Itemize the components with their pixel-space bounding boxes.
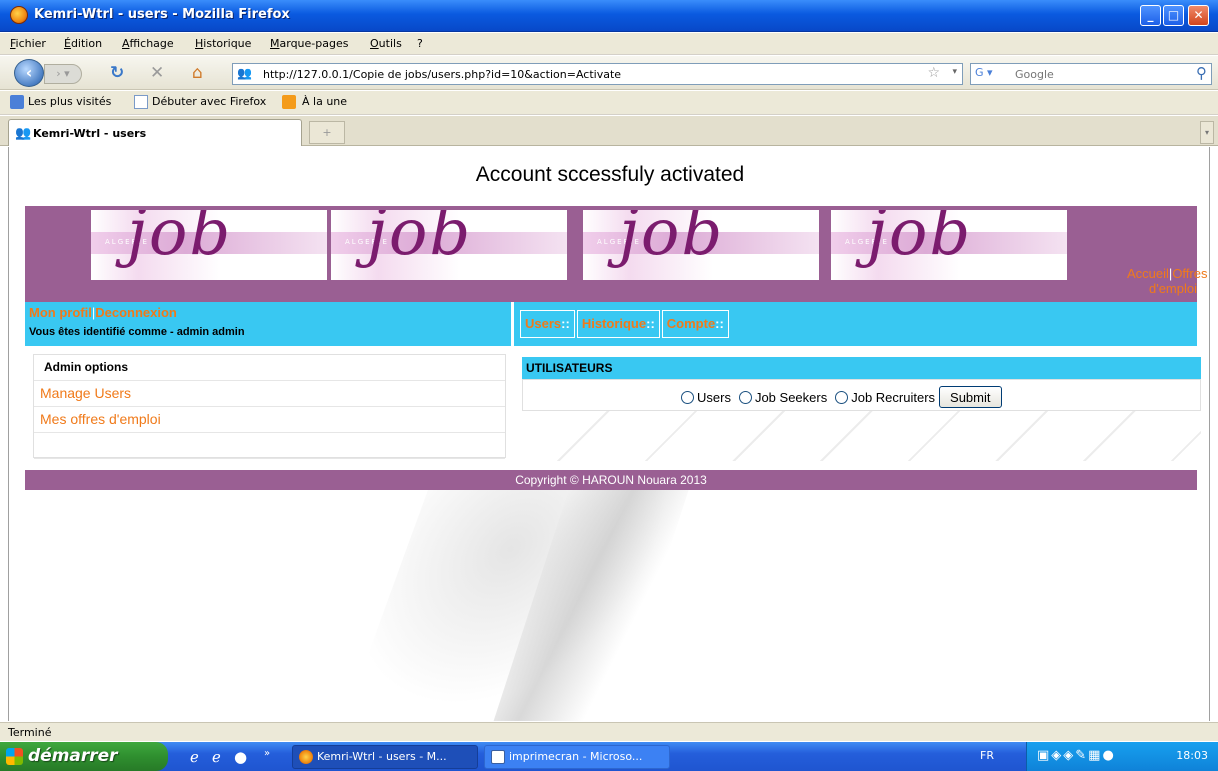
decorative-stripes [522, 411, 1201, 461]
quicklaunch-more-icon[interactable]: » [264, 748, 270, 759]
search-bar[interactable]: G ▾ ⚲ [970, 63, 1212, 85]
windows-logo-icon [6, 748, 23, 765]
close-button[interactable]: ✕ [1188, 5, 1209, 26]
forward-button[interactable]: › ▾ [44, 64, 82, 84]
radio-job-seekers-label: Job Seekers [754, 389, 828, 405]
bookmarks-toolbar: Les plus visités Débuter avec Firefox À … [0, 91, 1218, 115]
logo: ALGERIE job [331, 210, 567, 280]
menu-edition[interactable]: Édition [64, 37, 102, 50]
tray-icons[interactable]: ▣◈◈✎▦● [1037, 748, 1116, 763]
menu-compte[interactable]: Compte:: [661, 310, 729, 338]
page-title: Account sccessfuly activated [475, 163, 745, 186]
word-document-icon [491, 750, 505, 764]
site-icon: 👥 [15, 126, 32, 141]
users-panel: UTILISATEURS Users Job Seekers Job Recru… [522, 354, 1201, 461]
stop-icon[interactable]: ✕ [150, 65, 164, 82]
tab-bar: 👥 Kemri-Wtrl - users + ▾ [0, 116, 1218, 146]
window-title: Kemri-Wtrl - users - Mozilla Firefox [34, 7, 290, 22]
admin-options-title: Admin options [34, 355, 505, 381]
menu-outils[interactable]: Outils [370, 37, 402, 50]
search-icon[interactable]: ⚲ [1196, 64, 1207, 82]
user-bar: Mon profil|Deconnexion Vous êtes identif… [25, 302, 511, 346]
firefox-quicklaunch-icon[interactable]: ● [234, 748, 247, 766]
system-tray: ▣◈◈✎▦● 18:03 [1026, 742, 1218, 771]
radio-users[interactable] [681, 390, 694, 404]
clock: 18:03 [1176, 749, 1208, 762]
bookmark-most-visited[interactable]: Les plus visités [28, 95, 111, 108]
back-button[interactable]: ‹ [14, 59, 44, 87]
submit-button[interactable]: Submit [939, 386, 1002, 408]
page-icon [134, 95, 148, 109]
search-engine-icon[interactable]: G ▾ [975, 66, 1007, 82]
rss-icon [282, 95, 296, 109]
firefox-icon [10, 6, 28, 24]
language-indicator[interactable]: FR [980, 749, 994, 762]
bookmark-star-icon[interactable]: ☆ [927, 65, 940, 81]
taskbar-item-word[interactable]: imprimecran - Microso... [484, 745, 670, 769]
new-tab-button[interactable]: + [309, 121, 345, 144]
menu-historique[interactable]: Historique [195, 37, 251, 50]
users-panel-title: UTILISATEURS [522, 357, 1201, 379]
menu-historique[interactable]: Historique:: [576, 310, 660, 338]
radio-job-seekers[interactable] [738, 390, 752, 404]
status-bar: Terminé [0, 722, 1218, 741]
taskbar-item-firefox[interactable]: Kemri-Wtrl - users - M... [292, 745, 478, 769]
identified-as-text: Vous êtes identifié comme - admin admin [29, 326, 245, 338]
top-menu-bar: Users:: Historique:: Compte:: [514, 302, 1197, 346]
firefox-icon [299, 750, 313, 764]
logo: ALGERIE job [583, 210, 819, 280]
url-input[interactable] [263, 66, 923, 82]
accueil-link[interactable]: Accueil [1127, 266, 1169, 281]
tab-active[interactable]: 👥 Kemri-Wtrl - users [8, 119, 302, 146]
most-visited-icon [10, 95, 24, 109]
browser-quicklaunch-icon[interactable]: ℯ [212, 748, 221, 766]
menu-bar: Fichier Édition Affichage Historique Mar… [0, 33, 1218, 55]
logo: ALGERIE job [91, 210, 327, 280]
menu-users[interactable]: Users:: [520, 310, 575, 338]
menu-affichage[interactable]: Affichage [122, 37, 174, 50]
search-input[interactable] [1015, 66, 1175, 82]
bookmark-getting-started[interactable]: Débuter avec Firefox [152, 95, 266, 108]
minimize-button[interactable]: _ [1140, 5, 1161, 26]
menu-help[interactable]: ? [417, 37, 423, 50]
radio-users-label: Users [697, 389, 731, 405]
reload-icon[interactable]: ↻ [110, 65, 124, 82]
page-content: Account sccessfuly activated ALGERIE job… [8, 147, 1210, 721]
manage-users-link[interactable]: Manage Users [34, 381, 505, 407]
tab-label: Kemri-Wtrl - users [33, 127, 147, 140]
empty-row [34, 433, 505, 459]
menu-fichier[interactable]: Fichier [10, 37, 46, 50]
bookmark-latest-headlines[interactable]: À la une [302, 95, 347, 108]
radio-job-recruiters[interactable] [835, 390, 849, 404]
window-title-bar[interactable]: Kemri-Wtrl - users - Mozilla Firefox _ □… [0, 0, 1218, 32]
user-type-form: Users Job Seekers Job Recruiters Submit [522, 379, 1201, 411]
profile-link[interactable]: Mon profil [29, 305, 92, 320]
maximize-button[interactable]: □ [1163, 5, 1184, 26]
header-banner: ALGERIE job ALGERIE job ALGERIE job ALGE… [25, 206, 1207, 302]
url-bar[interactable]: 👥 ☆ ▾ [232, 63, 963, 85]
site-icon: 👥 [237, 66, 252, 80]
logo: ALGERIE job [831, 210, 1067, 280]
admin-options-panel: Admin options Manage Users Mes offres d'… [33, 354, 506, 459]
my-job-offers-link[interactable]: Mes offres d'emploi [34, 407, 505, 433]
url-dropdown-icon[interactable]: ▾ [952, 67, 957, 77]
logout-link[interactable]: Deconnexion [95, 305, 177, 320]
radio-job-recruiters-label: Job Recruiters [851, 389, 936, 405]
status-text: Terminé [8, 726, 52, 739]
ie-quicklaunch-icon[interactable]: ℯ [190, 748, 199, 766]
taskbar: démarrer ℯ ℯ ● » Kemri-Wtrl - users - M.… [0, 742, 1218, 771]
tab-list-button[interactable]: ▾ [1200, 121, 1214, 144]
navigation-toolbar: ‹ › ▾ ↻ ✕ ⌂ 👥 ☆ ▾ G ▾ ⚲ [0, 56, 1218, 90]
menu-marque-pages[interactable]: Marque-pages [270, 37, 348, 50]
start-button[interactable]: démarrer [0, 742, 168, 771]
home-icon[interactable]: ⌂ [192, 65, 203, 82]
page-footer: Copyright © HAROUN Nouara 2013 [25, 470, 1197, 490]
banner-links: Accueil|Offres d'emploi [1127, 266, 1207, 296]
